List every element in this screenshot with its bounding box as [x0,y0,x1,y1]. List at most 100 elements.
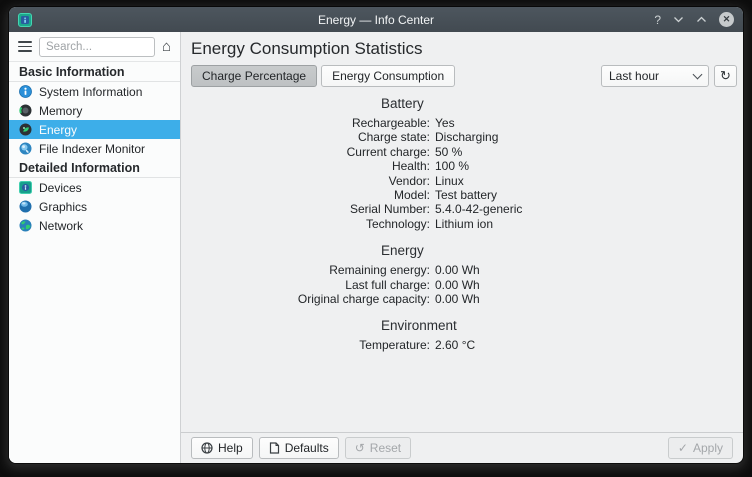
row-label: Charge state: [181,130,430,144]
row-value: 5.4.0-42-generic [435,202,743,216]
section-title: Environment [381,318,743,333]
help-globe-icon [201,442,213,454]
chart-toolbar: Charge Percentage Energy Consumption Las… [191,65,737,87]
help-button-label: Help [218,441,243,455]
detail-row: Technology: Lithium ion [181,217,743,231]
sidebar-item-label: Devices [39,181,82,195]
row-label: Original charge capacity: [181,292,430,306]
search-index-icon [19,142,32,155]
window-maximize-button[interactable] [696,16,707,23]
row-value: Test battery [435,188,743,202]
main-pane: Energy Consumption Statistics Charge Per… [181,32,743,463]
section-title: Battery [381,96,743,111]
sidebar-item-label: Memory [39,104,82,118]
row-label: Technology: [181,217,430,231]
reset-button[interactable]: ↺ Reset [345,437,411,459]
window-help-button[interactable]: ? [654,14,661,26]
menu-icon[interactable] [18,41,32,51]
refresh-icon: ↻ [720,68,731,84]
detail-row: Rechargeable: Yes [181,116,743,130]
detail-row: Current charge: 50 % [181,145,743,159]
row-label: Last full charge: [181,278,430,292]
sidebar-nav: Basic Information System Information Mem… [9,62,180,463]
sidebar-item-label: System Information [39,85,142,99]
sidebar-item-devices[interactable]: Devices [9,178,180,197]
row-label: Model: [181,188,430,202]
row-label: Temperature: [181,338,430,352]
info-center-app-icon [18,13,32,27]
footer-buttonbar: Help Defaults ↺ Reset ✓ Apply [181,432,743,463]
nav-section-detailed-information: Detailed Information [9,158,180,178]
battery-details-form: Battery Rechargeable: Yes Charge state: Di… [181,96,743,353]
timespan-select[interactable]: Last hour [601,65,709,87]
row-label: Current charge: [181,145,430,159]
graphics-sphere-icon [19,200,32,213]
battery-icon [19,123,32,136]
row-value: Linux [435,174,743,188]
detail-row: Charge state: Discharging [181,130,743,144]
row-value: 0.00 Wh [435,263,743,277]
sidebar-item-label: Energy [39,123,77,137]
row-value: Yes [435,116,743,130]
nav-section-basic-information: Basic Information [9,62,180,82]
detail-row: Temperature: 2.60 °C [181,338,743,352]
help-button[interactable]: Help [191,437,253,459]
row-label: Health: [181,159,430,173]
reset-button-label: Reset [370,441,401,455]
tab-charge-percentage[interactable]: Charge Percentage [191,65,317,87]
search-input[interactable] [39,37,155,57]
section-battery: Battery Rechargeable: Yes Charge state: Di… [181,96,743,231]
section-environment: Environment Temperature: 2.60 °C [181,318,743,352]
defaults-button-label: Defaults [285,441,329,455]
sidebar-item-label: File Indexer Monitor [39,142,145,156]
window-minimize-button[interactable] [673,16,684,23]
row-label: Rechargeable: [181,116,430,130]
refresh-button[interactable]: ↻ [714,65,737,87]
window-title: Energy — Info Center [9,13,743,27]
sidebar-toolbar: ⌂ [9,32,180,62]
page-title: Energy Consumption Statistics [191,38,743,59]
sidebar-item-label: Network [39,219,83,233]
tab-energy-consumption[interactable]: Energy Consumption [321,65,455,87]
section-energy: Energy Remaining energy: 0.00 Wh Last ful… [181,243,743,306]
sidebar-item-graphics[interactable]: Graphics [9,197,180,216]
apply-button-label: Apply [693,441,723,455]
row-value: Discharging [435,130,743,144]
row-value: Lithium ion [435,217,743,231]
row-label: Serial Number: [181,202,430,216]
chevron-down-icon [693,70,703,80]
window-close-button[interactable]: ✕ [719,12,734,27]
titlebar[interactable]: Energy — Info Center ? ✕ [9,7,743,32]
checkmark-icon: ✓ [678,442,688,454]
reset-icon: ↺ [355,442,365,454]
row-value: 0.00 Wh [435,278,743,292]
detail-row: Health: 100 % [181,159,743,173]
section-title: Energy [381,243,743,258]
document-icon [269,442,280,454]
row-value: 100 % [435,159,743,173]
apply-button[interactable]: ✓ Apply [668,437,733,459]
detail-row: Remaining energy: 0.00 Wh [181,263,743,277]
memory-icon [19,104,32,117]
row-value: 0.00 Wh [435,292,743,306]
detail-row: Serial Number: 5.4.0-42-generic [181,202,743,216]
row-value: 50 % [435,145,743,159]
sidebar-item-energy[interactable]: Energy [9,120,180,139]
detail-row: Model: Test battery [181,188,743,202]
network-globe-icon [19,219,32,232]
sidebar-item-system-information[interactable]: System Information [9,82,180,101]
row-label: Remaining energy: [181,263,430,277]
detail-row: Vendor: Linux [181,174,743,188]
sidebar-item-network[interactable]: Network [9,216,180,235]
sidebar-item-file-indexer-monitor[interactable]: File Indexer Monitor [9,139,180,158]
row-value: 2.60 °C [435,338,743,352]
sidebar: ⌂ Basic Information System Information M… [9,32,181,463]
device-info-icon [19,181,32,194]
row-label: Vendor: [181,174,430,188]
sidebar-item-label: Graphics [39,200,87,214]
detail-row: Last full charge: 0.00 Wh [181,278,743,292]
home-icon[interactable]: ⌂ [162,39,171,54]
defaults-button[interactable]: Defaults [259,437,339,459]
info-icon [19,85,32,98]
sidebar-item-memory[interactable]: Memory [9,101,180,120]
